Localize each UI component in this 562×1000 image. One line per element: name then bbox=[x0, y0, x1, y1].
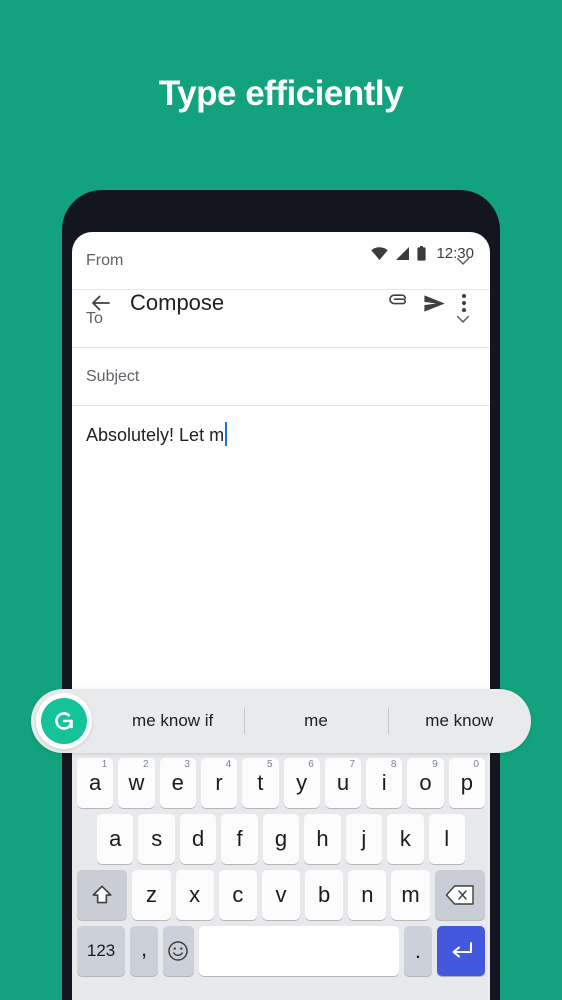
key-space[interactable] bbox=[198, 926, 400, 976]
key-number: 9 bbox=[432, 759, 438, 770]
key-b[interactable]: b bbox=[305, 870, 344, 920]
key-number: 3 bbox=[184, 759, 190, 770]
key-a-1[interactable]: 1a bbox=[77, 758, 114, 808]
key-f[interactable]: f bbox=[221, 814, 258, 864]
key-v[interactable]: v bbox=[261, 870, 301, 920]
key-g[interactable]: g bbox=[262, 814, 300, 864]
key-label: d bbox=[192, 826, 205, 851]
key-m[interactable]: m bbox=[391, 870, 430, 920]
shift-icon[interactable] bbox=[77, 870, 128, 920]
key-n[interactable]: n bbox=[348, 870, 387, 920]
key-label: m bbox=[401, 882, 420, 907]
key-k[interactable]: k bbox=[387, 814, 424, 864]
key-z[interactable]: z bbox=[132, 870, 171, 920]
key-y[interactable]: 6y bbox=[283, 758, 320, 808]
key-j[interactable]: j bbox=[345, 814, 383, 864]
message-body[interactable]: Absolutely! Let m bbox=[72, 406, 490, 556]
key-label: h bbox=[316, 826, 329, 851]
key-number: 7 bbox=[349, 759, 356, 770]
field-to[interactable]: To bbox=[72, 290, 490, 348]
grammarly-logo-inner bbox=[41, 698, 87, 744]
key-u[interactable]: 7u bbox=[324, 758, 362, 808]
key-p[interactable]: 0p bbox=[448, 758, 485, 808]
key-label: f bbox=[236, 826, 243, 851]
key-label: e bbox=[171, 770, 184, 795]
key-label: . bbox=[414, 938, 422, 963]
key-w[interactable]: 2w bbox=[118, 758, 155, 808]
enter-icon[interactable] bbox=[436, 926, 485, 976]
key-x[interactable]: x bbox=[175, 870, 214, 920]
key-number: 4 bbox=[225, 759, 232, 770]
key-label: w bbox=[128, 770, 145, 795]
backspace-icon[interactable] bbox=[434, 870, 485, 920]
emoji-icon[interactable] bbox=[162, 926, 194, 976]
key-label: a bbox=[89, 770, 102, 795]
field-subject[interactable]: Subject bbox=[72, 348, 490, 406]
key-label: n bbox=[361, 882, 374, 907]
suggestion-list: me know if me me know bbox=[101, 689, 531, 753]
key-label: b bbox=[318, 882, 331, 907]
key-label: i bbox=[381, 770, 387, 795]
keyboard-row-4: 123 , . bbox=[75, 926, 487, 976]
key-s[interactable]: s bbox=[138, 814, 175, 864]
grammarly-logo-icon[interactable] bbox=[36, 693, 92, 749]
key-t[interactable]: 5t bbox=[242, 758, 279, 808]
key-label: y bbox=[296, 770, 308, 795]
key-a[interactable]: a bbox=[97, 814, 134, 864]
key-r[interactable]: 4r bbox=[200, 758, 238, 808]
key-period[interactable]: . bbox=[404, 926, 432, 976]
key-h[interactable]: h bbox=[304, 814, 341, 864]
key-number: 0 bbox=[473, 759, 479, 770]
field-from[interactable]: From bbox=[72, 232, 490, 290]
key-number: 6 bbox=[308, 759, 314, 770]
key-label: o bbox=[419, 770, 432, 795]
keyboard: 1a 2w 3e 4r 5t 6y 7u 8i 9o 0p a s d f g … bbox=[72, 753, 490, 1000]
chevron-down-icon[interactable] bbox=[452, 250, 474, 272]
key-number: 8 bbox=[390, 759, 397, 770]
key-label: g bbox=[274, 826, 288, 851]
keyboard-row-2: a s d f g h j k l bbox=[75, 814, 487, 864]
text-caret bbox=[225, 422, 228, 446]
key-label: u bbox=[336, 770, 350, 795]
key-label: 123 bbox=[86, 941, 116, 960]
key-label: , bbox=[140, 936, 148, 961]
suggestion-item-1[interactable]: me know if bbox=[101, 711, 244, 731]
suggestion-item-2[interactable]: me bbox=[244, 711, 387, 731]
compose-fields: From To Subject bbox=[72, 232, 490, 406]
key-e[interactable]: 3e bbox=[159, 758, 196, 808]
key-label: v bbox=[275, 882, 287, 907]
key-o[interactable]: 9o bbox=[407, 758, 444, 808]
keyboard-row-1: 1a 2w 3e 4r 5t 6y 7u 8i 9o 0p bbox=[75, 758, 487, 808]
key-label: p bbox=[460, 770, 473, 795]
field-subject-label: Subject bbox=[86, 367, 140, 385]
key-comma[interactable]: , bbox=[130, 926, 158, 976]
field-to-label: To bbox=[86, 309, 103, 327]
suggestion-item-3[interactable]: me know bbox=[388, 711, 531, 731]
key-l[interactable]: l bbox=[428, 814, 465, 864]
chevron-down-icon[interactable] bbox=[452, 308, 474, 330]
key-i[interactable]: 8i bbox=[366, 758, 403, 808]
key-label: c bbox=[232, 882, 244, 907]
key-label: r bbox=[215, 770, 223, 795]
key-label: j bbox=[361, 826, 367, 851]
suggestion-bar: me know if me me know bbox=[31, 689, 531, 753]
key-label: l bbox=[444, 826, 450, 851]
key-d[interactable]: d bbox=[179, 814, 217, 864]
key-label: z bbox=[145, 882, 157, 907]
page-title: Type efficiently bbox=[158, 74, 404, 113]
message-body-text: Absolutely! Let m bbox=[86, 425, 225, 445]
keyboard-row-3: z x c v b n m bbox=[75, 870, 487, 920]
key-label: a bbox=[109, 826, 122, 851]
key-label: x bbox=[189, 882, 201, 907]
key-label: k bbox=[399, 826, 411, 851]
field-from-label: From bbox=[86, 251, 124, 269]
key-numeric-switch[interactable]: 123 bbox=[77, 926, 126, 976]
key-c[interactable]: c bbox=[218, 870, 257, 920]
key-number: 1 bbox=[101, 759, 108, 770]
key-label: s bbox=[151, 826, 163, 851]
key-number: 2 bbox=[143, 759, 149, 770]
key-label: t bbox=[257, 770, 264, 795]
key-number: 5 bbox=[266, 759, 273, 770]
